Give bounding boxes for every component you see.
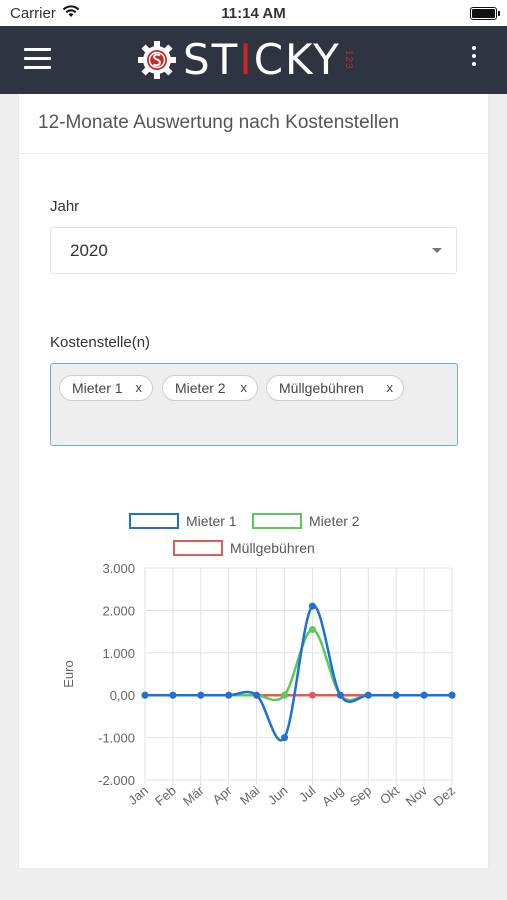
remove-tag-icon[interactable]: x bbox=[241, 380, 248, 395]
caret-down-icon bbox=[432, 248, 442, 253]
app-logo: STICKY 123 bbox=[137, 38, 354, 82]
status-bar: Carrier 11:14 AM bbox=[0, 0, 507, 26]
data-point bbox=[197, 691, 205, 699]
y-tick-label: 2.000 bbox=[102, 603, 135, 618]
data-point bbox=[281, 691, 289, 699]
tag-label: Mieter 2 bbox=[175, 380, 226, 396]
y-tick-label: 1.000 bbox=[102, 646, 135, 661]
legend-swatch bbox=[173, 540, 223, 556]
battery-icon bbox=[470, 7, 500, 20]
year-label: Jahr bbox=[50, 198, 80, 215]
series-line bbox=[144, 604, 452, 742]
data-point bbox=[169, 691, 177, 699]
report-card: 12-Monate Auswertung nach Kostenstellen … bbox=[19, 94, 488, 868]
tag-chip: Mieter 1 x bbox=[59, 375, 153, 401]
legend-swatch bbox=[252, 513, 302, 529]
data-point bbox=[448, 691, 456, 699]
data-point bbox=[253, 691, 261, 699]
x-tick-label: Feb bbox=[152, 783, 179, 809]
y-tick-label: -1.000 bbox=[98, 731, 135, 746]
x-tick-label: Jun bbox=[265, 783, 291, 808]
y-tick-label: -2.000 bbox=[98, 773, 135, 788]
x-tick-label: Okt bbox=[377, 783, 402, 808]
year-select[interactable]: 2020 bbox=[50, 227, 457, 274]
y-tick-label: 3.000 bbox=[102, 561, 135, 576]
legend-swatch bbox=[129, 513, 179, 529]
y-axis-label: Euro bbox=[61, 660, 76, 687]
data-point bbox=[392, 691, 400, 699]
menu-icon[interactable] bbox=[24, 48, 51, 70]
legend-label: Mieter 2 bbox=[309, 513, 360, 529]
app-bar: STICKY 123 bbox=[0, 26, 507, 94]
logo-suffix: 123 bbox=[342, 50, 354, 70]
y-tick-label: 0,00 bbox=[110, 688, 135, 703]
data-point bbox=[308, 602, 316, 610]
data-point bbox=[141, 691, 149, 699]
page-title: 12-Monate Auswertung nach Kostenstellen bbox=[19, 94, 488, 154]
x-tick-label: Nov bbox=[403, 782, 431, 809]
tag-chip: Müllgebühren x bbox=[266, 375, 404, 401]
x-tick-label: Mai bbox=[237, 783, 263, 808]
data-point bbox=[225, 691, 233, 699]
tag-label: Müllgebühren bbox=[279, 380, 364, 396]
remove-tag-icon[interactable]: x bbox=[136, 380, 143, 395]
x-tick-label: Apr bbox=[210, 782, 236, 807]
data-point bbox=[336, 691, 344, 699]
logo-text: STICKY bbox=[183, 35, 341, 84]
line-chart: Mieter 1 Mieter 2 Müllgebühren 3.000 2.000 1.… bbox=[61, 513, 458, 809]
more-options-icon[interactable] bbox=[471, 46, 477, 72]
x-tick-label: Aug bbox=[319, 783, 346, 809]
legend-label: Müllgebühren bbox=[230, 540, 315, 556]
tag-chip: Mieter 2 x bbox=[162, 375, 258, 401]
x-tick-label: Jul bbox=[296, 783, 318, 805]
cost-center-multiselect[interactable]: Mieter 1 x Mieter 2 x Müllgebühren x bbox=[50, 363, 458, 446]
data-point bbox=[308, 691, 316, 699]
logo-gear-icon bbox=[138, 41, 176, 79]
tag-label: Mieter 1 bbox=[72, 380, 123, 396]
cost-center-label: Kostenstelle(n) bbox=[50, 334, 151, 351]
x-tick-label: Mär bbox=[180, 782, 207, 808]
clock: 11:14 AM bbox=[221, 5, 286, 22]
legend-label: Mieter 1 bbox=[186, 513, 237, 529]
data-point bbox=[308, 625, 316, 633]
remove-tag-icon[interactable]: x bbox=[387, 380, 394, 395]
data-point bbox=[364, 691, 372, 699]
data-point bbox=[281, 734, 289, 742]
x-tick-label: Dez bbox=[431, 783, 458, 809]
x-tick-label: Sep bbox=[347, 783, 374, 809]
year-value: 2020 bbox=[70, 241, 108, 260]
data-point bbox=[420, 691, 428, 699]
